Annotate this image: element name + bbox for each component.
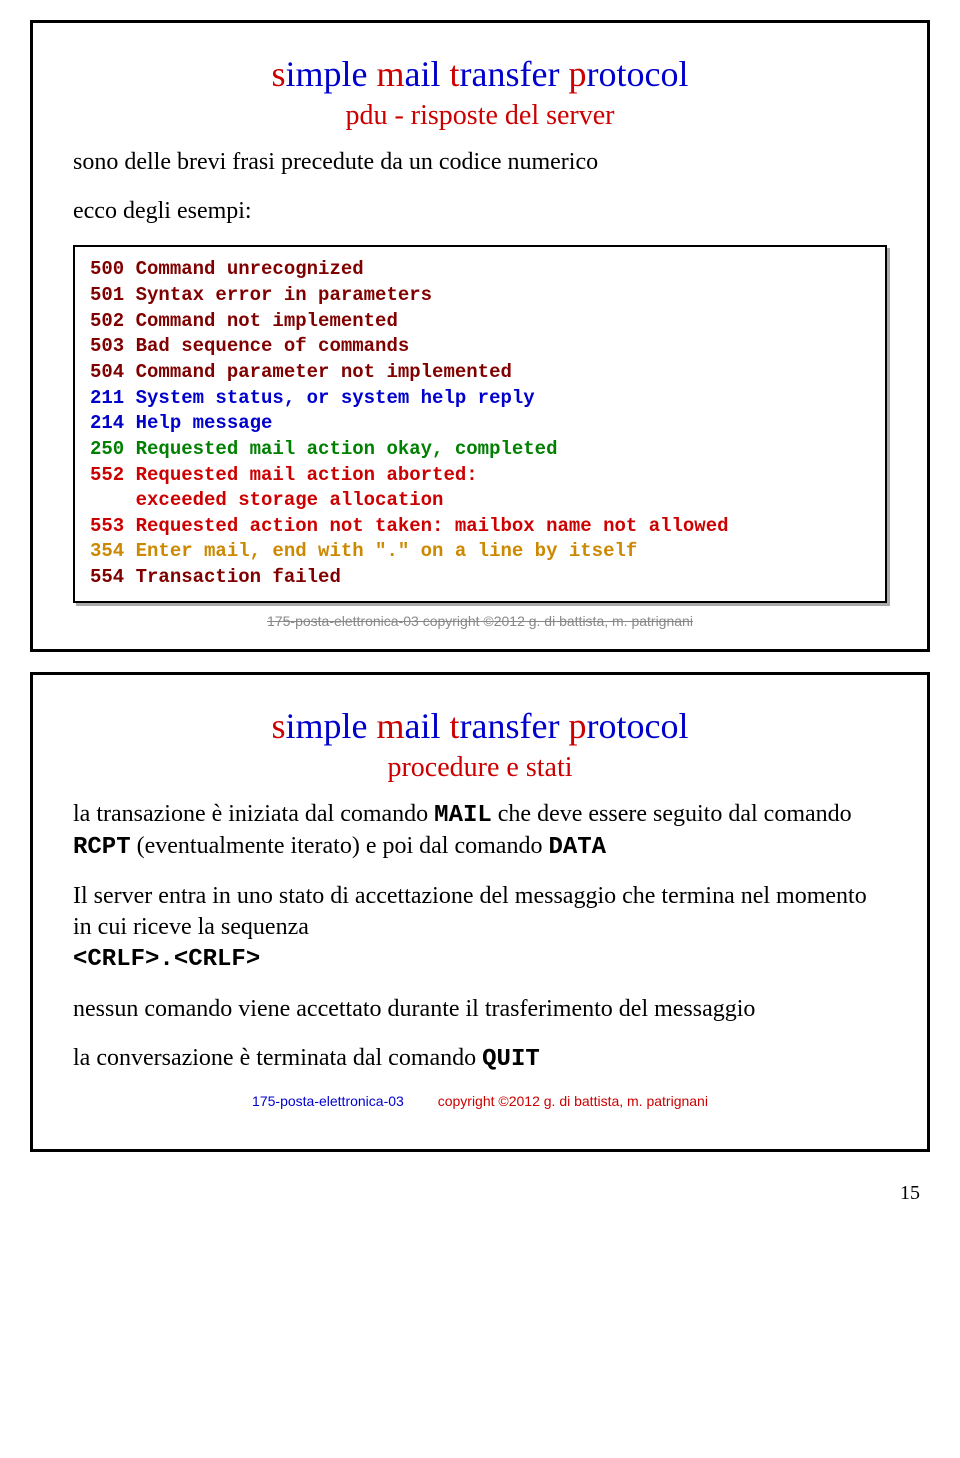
text: Il server entra in uno stato di accettaz… [73, 883, 867, 940]
footer-left: 175-posta-elettronica-03 [252, 1093, 404, 1109]
slide2-p3: nessun comando viene accettato durante i… [73, 994, 887, 1025]
title-word: imple [286, 54, 377, 94]
slide1-subtitle: pdu - risposte del server [73, 100, 887, 132]
slide2-p2: Il server entra in uno stato di accettaz… [73, 881, 887, 976]
title-letter: s [272, 54, 286, 94]
title-letter: m [377, 54, 405, 94]
slide-2: simple mail transfer protocol procedure … [30, 672, 930, 1152]
title-word: ail [405, 54, 450, 94]
text: che deve essere seguito dal comando [492, 801, 852, 827]
title-word: ail [405, 706, 450, 746]
code-line: 502 Command not implemented [90, 309, 870, 335]
cmd-rcpt: RCPT [73, 834, 131, 861]
text: la conversazione è terminata dal comando [73, 1045, 482, 1071]
title-letter: p [568, 54, 586, 94]
slide-1: simple mail transfer protocol pdu - risp… [30, 20, 930, 652]
code-line: 211 System status, or system help reply [90, 386, 870, 412]
code-line: 250 Requested mail action okay, complete… [90, 437, 870, 463]
title-word: ransfer [460, 54, 569, 94]
page-number: 15 [0, 1172, 960, 1225]
title-letter: p [568, 706, 586, 746]
code-line: 553 Requested action not taken: mailbox … [90, 514, 870, 540]
code-line: 501 Syntax error in parameters [90, 283, 870, 309]
title-word: rotocol [586, 706, 688, 746]
cmd-quit: QUIT [482, 1046, 540, 1073]
slide2-p4: la conversazione è terminata dal comando… [73, 1043, 887, 1075]
slide2-title: simple mail transfer protocol [73, 705, 887, 747]
footer-right: copyright ©2012 g. di battista, m. patri… [438, 1093, 708, 1109]
code-line: 554 Transaction failed [90, 565, 870, 591]
code-line: 500 Command unrecognized [90, 257, 870, 283]
title-letter: s [272, 706, 286, 746]
code-line: exceeded storage allocation [90, 488, 870, 514]
slide1-intro2: ecco degli esempi: [73, 196, 887, 227]
title-letter: t [450, 706, 460, 746]
code-line: 354 Enter mail, end with "." on a line b… [90, 539, 870, 565]
title-word: ransfer [460, 706, 569, 746]
slide1-intro1: sono delle brevi frasi precedute da un c… [73, 147, 887, 178]
title-letter: m [377, 706, 405, 746]
code-box: 500 Command unrecognized 501 Syntax erro… [73, 245, 887, 602]
code-line: 552 Requested mail action aborted: [90, 463, 870, 489]
text: la transazione è iniziata dal comando [73, 801, 434, 827]
slide1-title: simple mail transfer protocol [73, 53, 887, 95]
code-line: 503 Bad sequence of commands [90, 334, 870, 360]
slide2-p1: la transazione è iniziata dal comando MA… [73, 799, 887, 863]
title-word: imple [286, 706, 377, 746]
code-line: 214 Help message [90, 411, 870, 437]
cmd-data: DATA [548, 834, 606, 861]
title-word: rotocol [586, 54, 688, 94]
text: (eventualmente iterato) e poi dal comand… [131, 833, 549, 859]
crlf-seq: <CRLF>.<CRLF> [73, 946, 260, 973]
title-letter: t [450, 54, 460, 94]
code-line: 504 Command parameter not implemented [90, 360, 870, 386]
slide1-footer-struck: 175-posta-elettronica-03 copyright ©2012… [73, 613, 887, 629]
slide2-footer: 175-posta-elettronica-03 copyright ©2012… [73, 1093, 887, 1109]
slide2-subtitle: procedure e stati [73, 752, 887, 784]
cmd-mail: MAIL [434, 802, 492, 829]
